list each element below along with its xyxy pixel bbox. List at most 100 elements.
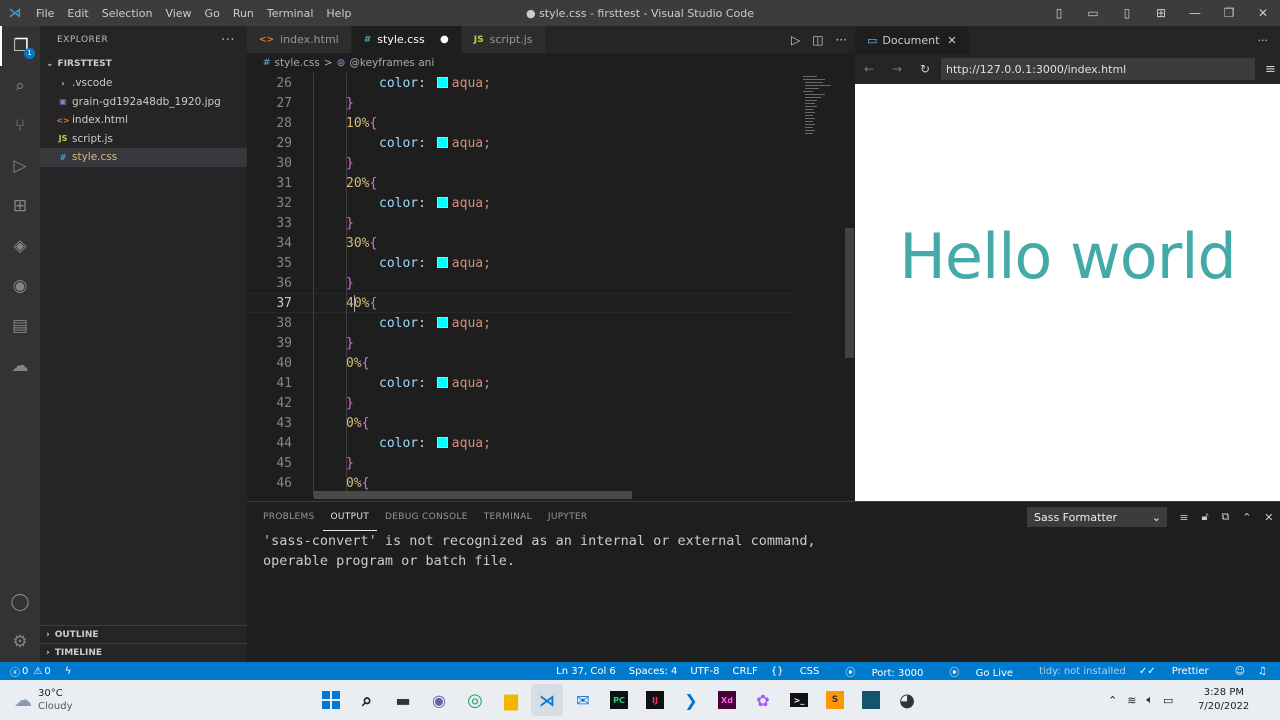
code-editor[interactable]: 26 color: aqua; 27} 28 10%{29 color: aqua; 30}… [247,73,797,497]
unsaved-dot-icon[interactable]: ● [440,34,449,45]
back-arrow-icon[interactable]: ← [855,62,883,76]
tree-item-index-html[interactable]: <> index.html [40,111,247,130]
color-swatch[interactable] [436,136,448,148]
explorer-icon[interactable]: ❐ 1 [0,26,40,66]
minimize-button[interactable]: — [1178,6,1212,20]
tree-item-image[interactable]: ▣ grain-gd192a48db_1920.jpg [40,93,247,112]
close-panel-icon[interactable]: ✕ [1264,511,1273,524]
timeline-section[interactable]: › TIMELINE [40,643,247,661]
menu-view[interactable]: View [165,7,191,20]
tab-document[interactable]: ▭ Document ✕ [855,26,970,54]
toggle-panel-icon[interactable]: ▭ [1076,6,1110,20]
tab-index-html[interactable]: <> index.html [247,26,352,53]
menu-edit[interactable]: Edit [67,7,88,20]
clear-output-icon[interactable]: ≡ [1179,511,1188,524]
code-line[interactable]: 27} [247,93,797,113]
cursor-position[interactable]: Ln 37, Col 6 [556,666,616,677]
indentation[interactable]: Spaces: 4 [629,666,678,677]
customize-layout-icon[interactable]: ⊞ [1144,6,1178,20]
menu-selection[interactable]: Selection [102,7,153,20]
encoding[interactable]: UTF-8 [690,666,719,677]
run-file-icon[interactable]: ▷ [791,33,800,47]
lightning-icon[interactable]: ϟ [65,666,72,677]
color-swatch[interactable] [436,76,448,88]
code-line[interactable]: 33} [247,213,797,233]
editor-vertical-scrollbar[interactable] [845,228,854,358]
port-status[interactable]: ⦿ Port: 3000 [845,664,936,679]
editor-horizontal-scrollbar[interactable] [314,491,632,499]
code-line[interactable]: 34 30%{ [247,233,797,253]
restore-button[interactable]: ❐ [1212,6,1246,20]
code-line[interactable]: 35 color: aqua; [247,253,797,273]
end-of-line[interactable]: CRLF [733,666,758,677]
wifi-icon[interactable]: ≋ [1127,694,1136,707]
warning-count[interactable]: 0 [44,666,50,677]
accounts-icon[interactable]: ◯ [0,582,40,622]
minimap[interactable] [797,73,845,497]
prettier-status[interactable]: ✓✓ Prettier [1139,666,1222,677]
code-line[interactable]: 44 color: aqua; [247,433,797,453]
warnings-icon[interactable]: ⚠ [33,666,42,677]
pycharm-icon[interactable]: PC [603,684,635,716]
vscode-taskbar-icon[interactable]: ⋊ [531,684,563,716]
more-actions-icon[interactable]: ··· [1258,34,1269,47]
breadcrumb-symbol[interactable]: @keyframes ani [349,57,434,69]
chrome-icon[interactable]: ◎ [459,684,491,716]
menu-go[interactable]: Go [205,7,220,20]
color-swatch[interactable] [436,436,448,448]
menu-file[interactable]: File [36,7,54,20]
error-count[interactable]: 0 [22,666,28,677]
color-swatch[interactable] [436,376,448,388]
remote-explorer-icon[interactable]: ▤ [0,306,40,346]
maximize-panel-icon[interactable]: ⌃ [1242,511,1251,524]
volume-icon[interactable]: 🔈︎ [1146,693,1153,707]
more-actions-icon[interactable]: ··· [836,33,847,47]
blue-app-icon[interactable] [855,684,887,716]
github-icon[interactable]: ◉ [0,266,40,306]
output-channel-select[interactable]: Sass Formatter ⌄ [1027,507,1167,527]
close-tab-icon[interactable]: ✕ [947,34,956,47]
terminal-icon[interactable]: >_ [783,684,815,716]
language-mode[interactable]: {} CSS [771,666,833,677]
file-explorer-icon[interactable]: ▬ [387,684,419,716]
code-line[interactable]: 29 color: aqua; [247,133,797,153]
code-line[interactable]: 30} [247,153,797,173]
notifications-bell-icon[interactable]: ♫ [1258,666,1267,677]
color-swatch[interactable] [436,256,448,268]
tree-item-vscode[interactable]: › .vscode [40,74,247,93]
teams-chat-icon[interactable]: ◉ [423,684,455,716]
code-line[interactable]: 37 40%{ [247,293,797,313]
menu-terminal[interactable]: Terminal [267,7,314,20]
code-line[interactable]: 32 color: aqua; [247,193,797,213]
code-line[interactable]: 41 color: aqua; [247,373,797,393]
tab-output[interactable]: OUTPUT [322,503,378,531]
chevron-up-icon[interactable]: ⌃ [1108,694,1117,707]
more-actions-icon[interactable]: ··· [221,33,235,48]
code-line[interactable]: 38 color: aqua; [247,313,797,333]
python-icon[interactable]: ◈ [0,226,40,266]
settings-gear-icon[interactable]: ⚙ [0,622,40,662]
outline-section[interactable]: › OUTLINE [40,625,247,643]
lock-icon[interactable]: 🔓︎ [1202,510,1209,524]
code-line[interactable]: 45} [247,453,797,473]
split-editor-icon[interactable]: ◫ [812,33,823,47]
code-line[interactable]: 36} [247,273,797,293]
tree-item-style-css[interactable]: # style.css [40,148,247,167]
code-line[interactable]: 39} [247,333,797,353]
tidy-status[interactable]: tidy: not installed [1039,666,1126,677]
intellij-icon[interactable]: IJ [639,684,671,716]
tab-style-css[interactable]: # style.css ● [351,26,462,53]
open-in-editor-icon[interactable]: ⧉ [1222,510,1230,524]
clock[interactable]: 3:28 PM 7/20/2022 [1198,686,1249,714]
code-line[interactable]: 31 20%{ [247,173,797,193]
source-control-icon[interactable]: ⑂ [0,106,40,146]
tab-jupyter[interactable]: JUPYTER [540,503,596,531]
forward-arrow-icon[interactable]: → [883,62,911,76]
run-debug-icon[interactable]: ▷ [0,146,40,186]
mail-icon[interactable]: ✉ [567,684,599,716]
menu-help[interactable]: Help [326,7,351,20]
url-input[interactable]: http://127.0.0.1:3000/index.html [941,58,1255,80]
menu-icon[interactable]: ≡ [1265,62,1276,77]
close-button[interactable]: ✕ [1246,6,1280,20]
code-line[interactable]: 40 0%{ [247,353,797,373]
